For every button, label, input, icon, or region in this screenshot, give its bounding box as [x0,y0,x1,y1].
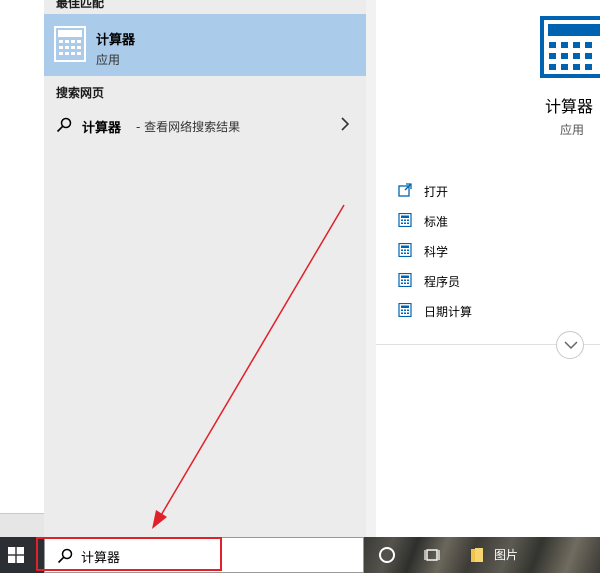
action-programmer[interactable]: 程序员 [398,271,598,291]
calculator-icon [398,243,412,257]
calculator-icon [398,273,412,287]
web-search-header: 搜索网页 [56,86,105,100]
background-window-edge [0,513,44,537]
action-open[interactable]: 打开 [398,181,598,201]
desktop-background [0,0,44,537]
best-match-result[interactable]: 计算器 应用 [44,14,366,76]
web-search-hint: - 查看网络搜索结果 [136,120,241,134]
cortana-icon[interactable] [379,547,395,563]
action-label: 程序员 [424,275,461,289]
best-match-type: 应用 [96,53,121,67]
action-label: 打开 [424,185,449,199]
expand-button[interactable] [556,331,584,359]
open-icon [398,183,412,197]
calculator-icon [54,26,86,62]
action-label: 标准 [424,215,449,229]
annotation-highlight-box [36,537,222,571]
detail-app-title: 计算器 [545,97,594,116]
web-search-suggestion[interactable]: 计算器 - 查看网络搜索结果 [44,110,366,140]
calculator-icon [398,213,412,227]
web-search-query: 计算器 [82,121,122,136]
chevron-down-icon [564,341,578,350]
calculator-icon [398,303,412,317]
calculator-large-icon [540,16,600,78]
detail-app-type: 应用 [560,123,585,137]
pinned-folder-label[interactable]: 图片 [494,546,518,563]
action-label: 日期计算 [424,305,473,319]
chevron-right-icon[interactable] [340,117,350,131]
action-scientific[interactable]: 科学 [398,241,598,261]
action-standard[interactable]: 标准 [398,211,598,231]
search-results-panel: 最佳匹配 计算器 应用 搜索网页 计算器 - 查看网络搜索结果 [44,0,376,537]
task-view-icon[interactable] [424,547,440,563]
windows-start-icon[interactable] [8,547,24,563]
action-label: 科学 [424,245,449,259]
action-date-calculation[interactable]: 日期计算 [398,301,598,321]
best-match-header: 最佳匹配 [56,0,105,10]
best-match-name: 计算器 [96,33,136,48]
folder-icon[interactable] [471,548,487,562]
search-icon [56,117,72,133]
